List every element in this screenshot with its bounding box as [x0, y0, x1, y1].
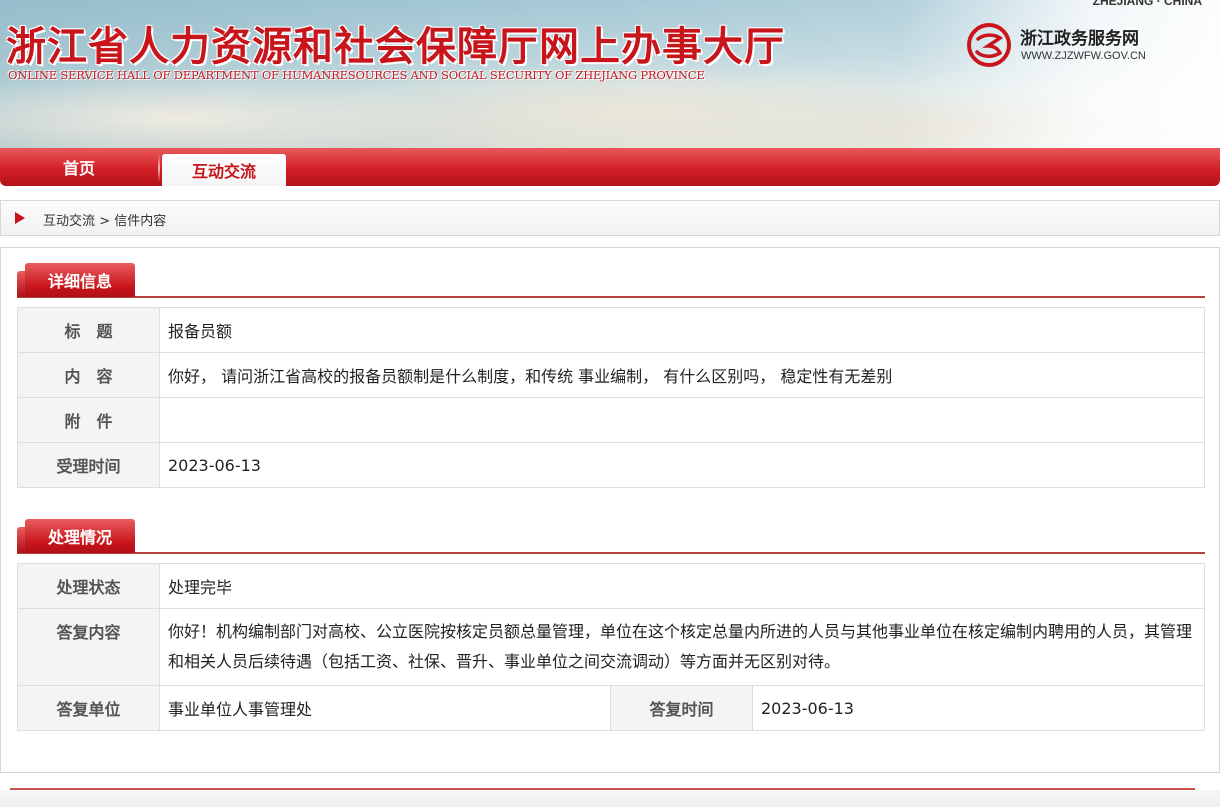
header-banner: 浙江省人力资源和社会保障厅网上办事大厅 ONLINE SERVICE HALL … [0, 0, 1220, 148]
nav-home[interactable]: 首页 [0, 148, 158, 186]
site-subtitle-en: ONLINE SERVICE HALL OF DEPARTMENT OF HUM… [8, 68, 705, 82]
breadcrumb-current: 信件内容 [114, 214, 167, 229]
content-panel: 详细信息 标 题 报备员额 内 容 你好， 请问浙江省高校的报备员额制是什么制度… [0, 247, 1220, 773]
handling-status-label: 处理状态 [17, 563, 160, 609]
zjzwfw-logo-icon[interactable] [966, 22, 1012, 68]
table-row: 答复单位 事业单位人事管理处 答复时间 2023-06-13 [17, 685, 1205, 731]
handling-status-value: 处理完毕 [159, 563, 1205, 609]
gov-portal-name[interactable]: 浙江政务服务网 [1020, 24, 1139, 49]
table-row: 处理状态 处理完毕 [17, 563, 1205, 609]
detail-value-title: 报备员额 [159, 307, 1205, 353]
handling-section-header: 处理情况 [17, 518, 1205, 554]
breadcrumb-arrow-icon [15, 212, 25, 224]
reply-unit-value: 事业单位人事管理处 [159, 685, 611, 731]
reply-unit-label: 答复单位 [17, 685, 160, 731]
detail-label-accepted-time: 受理时间 [17, 442, 160, 488]
breadcrumb: 互动交流 > 信件内容 [0, 200, 1220, 236]
reply-content-value: 你好！机构编制部门对高校、公立医院按核定员额总量管理，单位在这个核定总量内所进的… [159, 608, 1205, 686]
gov-portal-url[interactable]: WWW.ZJZWFW.GOV.CN [1021, 50, 1146, 62]
breadcrumb-link-interaction[interactable]: 互动交流 [43, 214, 95, 229]
footer [0, 790, 1220, 807]
detail-value-attachment [159, 397, 1205, 443]
handling-table: 处理状态 处理完毕 答复内容 你好！机构编制部门对高校、公立医院按核定员额总量管… [17, 563, 1205, 731]
table-row: 答复内容 你好！机构编制部门对高校、公立医院按核定员额总量管理，单位在这个核定总… [17, 608, 1205, 686]
reply-time-value: 2023-06-13 [752, 685, 1205, 731]
detail-label-content: 内 容 [17, 352, 160, 398]
detail-label-title: 标 题 [17, 307, 160, 353]
table-row: 标 题 报备员额 [17, 307, 1205, 353]
nav-interaction[interactable]: 互动交流 [162, 154, 286, 186]
detail-value-accepted-time: 2023-06-13 [159, 442, 1205, 488]
detail-table: 标 题 报备员额 内 容 你好， 请问浙江省高校的报备员额制是什么制度，和传统 … [17, 307, 1205, 488]
detail-section-title: 详细信息 [17, 263, 135, 297]
table-row: 内 容 你好， 请问浙江省高校的报备员额制是什么制度，和传统 事业编制， 有什么… [17, 352, 1205, 398]
detail-section-header: 详细信息 [17, 262, 1205, 298]
handling-section-title: 处理情况 [17, 519, 135, 553]
detail-value-content: 你好， 请问浙江省高校的报备员额制是什么制度，和传统 事业编制， 有什么区别吗，… [159, 352, 1205, 398]
breadcrumb-separator: > [99, 214, 111, 229]
reply-content-label: 答复内容 [17, 608, 160, 686]
main-nav: 首页 互动交流 [0, 148, 1220, 186]
detail-label-attachment: 附 件 [17, 397, 160, 443]
site-title: 浙江省人力资源和社会保障厅网上办事大厅 [6, 23, 785, 70]
table-row: 受理时间 2023-06-13 [17, 442, 1205, 488]
reply-time-label: 答复时间 [610, 685, 753, 731]
top-right-cut-text: ZHEJIANG · CHINA [1092, 0, 1202, 8]
table-row: 附 件 [17, 397, 1205, 443]
